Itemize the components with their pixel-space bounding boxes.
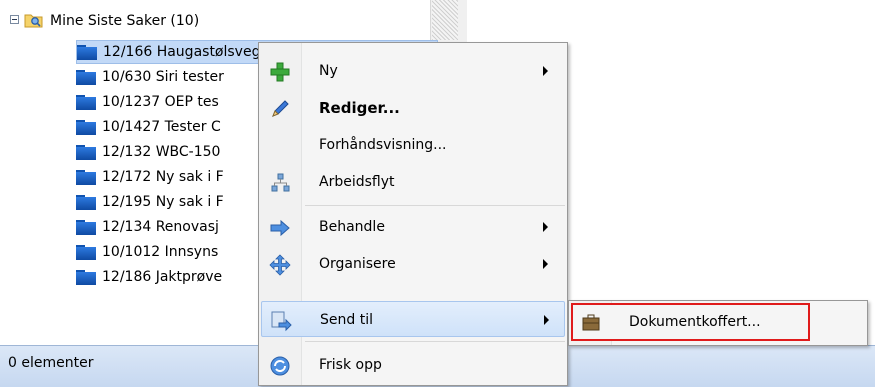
menu-item-label: Ny (319, 63, 338, 79)
tree-item-label: 10/1012 Innsyns (102, 244, 219, 260)
case-folder-icon (76, 94, 96, 110)
case-folder-icon (76, 119, 96, 135)
tree-item-label: 12/132 WBC-150 (102, 144, 221, 160)
status-text: 0 elementer (8, 355, 94, 371)
case-folder-icon (76, 244, 96, 260)
menu-item-rediger[interactable]: Rediger... (261, 90, 565, 126)
context-menu: Ny Rediger... Forhåndsvisning... Arbeids… (258, 42, 568, 386)
search-folder-icon (24, 14, 43, 28)
green-plus-icon (270, 62, 290, 82)
pencil-icon (272, 100, 289, 117)
case-folder-icon (76, 269, 96, 285)
menu-separator (305, 205, 565, 206)
tree-scrollbar-grip[interactable] (432, 0, 458, 40)
tree-item-case[interactable]: 12/186 Jaktprøve (76, 265, 222, 289)
tree-item-label: 10/630 Siri tester (102, 69, 224, 85)
menu-item-label: Behandle (319, 219, 385, 235)
menu-item-label: Send til (320, 312, 373, 328)
collapse-icon[interactable] (10, 15, 19, 24)
case-folder-icon (76, 144, 96, 160)
tree-item-case[interactable]: 10/1237 OEP tes (76, 90, 219, 114)
tree-item-case[interactable]: 10/1427 Tester C (76, 115, 221, 139)
tree-item-case[interactable]: 10/630 Siri tester (76, 65, 224, 89)
case-folder-icon (76, 69, 96, 85)
menu-item-frisk-opp[interactable]: Frisk opp (261, 347, 565, 383)
menu-item-forhandsvisning[interactable]: Forhåndsvisning... (261, 127, 565, 163)
menu-item-label: Rediger... (319, 99, 400, 117)
briefcase-icon (582, 314, 600, 331)
submenu-arrow-icon (543, 259, 548, 269)
tree-item-label: 12/195 Ny sak i F (102, 194, 224, 210)
tree-item-case[interactable]: 12/134 Renovasj (76, 215, 219, 239)
case-folder-icon (76, 194, 96, 210)
tree-item-case[interactable]: 10/1012 Innsyns (76, 240, 218, 264)
case-folder-icon (76, 219, 96, 235)
menu-item-arbeidsflyt[interactable]: Arbeidsflyt (261, 164, 565, 200)
workflow-icon (271, 173, 290, 192)
submenu-arrow-icon (544, 315, 549, 325)
refresh-icon (270, 356, 290, 376)
menu-item-label: Dokumentkoffert... (629, 314, 761, 330)
menu-item-dokumentkoffert[interactable]: Dokumentkoffert... (571, 303, 810, 341)
tree-item-label: 10/1237 OEP tes (102, 94, 219, 110)
menu-item-label: Arbeidsflyt (319, 174, 395, 190)
submenu-arrow-icon (543, 66, 548, 76)
organize-arrows-icon (269, 254, 291, 276)
tree-root-label[interactable]: Mine Siste Saker (10) (50, 10, 199, 32)
process-arrow-icon (270, 219, 290, 237)
tree-item-label: 10/1427 Tester C (102, 119, 221, 135)
tree-item-label: 12/166 Haugastølsvegen (103, 44, 278, 60)
menu-item-ny[interactable]: Ny (261, 53, 565, 89)
menu-item-label: Organisere (319, 256, 396, 272)
submenu-arrow-icon (543, 222, 548, 232)
case-folder-icon (76, 169, 96, 185)
menu-item-label: Forhåndsvisning... (319, 137, 447, 153)
menu-item-behandle[interactable]: Behandle (261, 209, 565, 245)
menu-item-label: Frisk opp (319, 357, 382, 373)
menu-item-organisere[interactable]: Organisere (261, 246, 565, 282)
case-folder-icon (77, 44, 97, 60)
tree-item-case[interactable]: 12/132 WBC-150 (76, 140, 220, 164)
tree-item-label: 12/172 Ny sak i F (102, 169, 224, 185)
send-to-icon (271, 311, 292, 332)
menu-item-send-til[interactable]: Send til (261, 301, 565, 337)
tree-item-case[interactable]: 12/195 Ny sak i F (76, 190, 224, 214)
send-to-submenu: Dokumentkoffert... (568, 300, 868, 346)
menu-separator (305, 341, 565, 342)
tree-item-label: 12/134 Renovasj (102, 219, 219, 235)
tree-item-label: 12/186 Jaktprøve (102, 269, 223, 285)
tree-item-case[interactable]: 12/172 Ny sak i F (76, 165, 224, 189)
